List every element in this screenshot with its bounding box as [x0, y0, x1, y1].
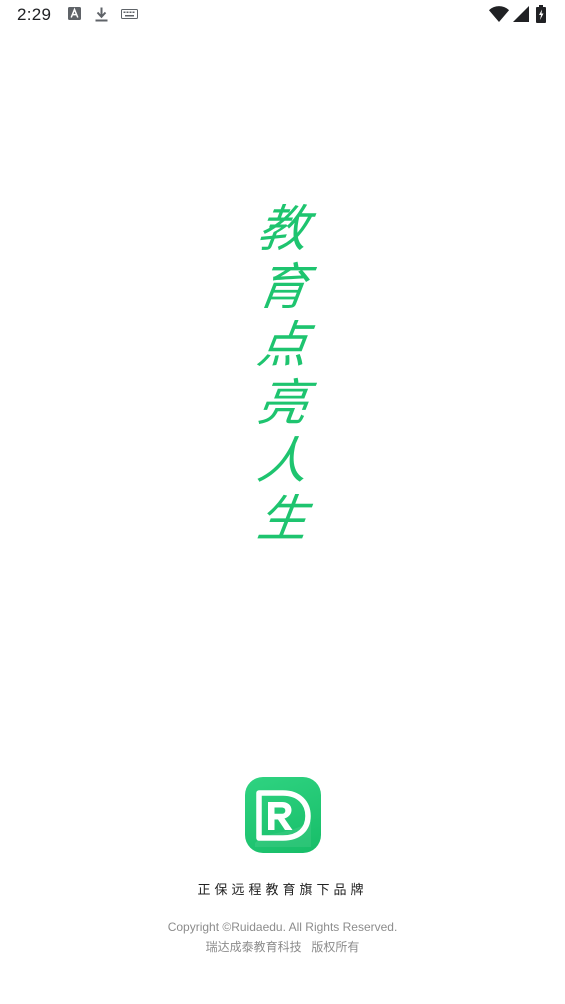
ruida-rd-logo-icon: [255, 790, 311, 847]
slogan-char-4: 亮: [253, 374, 313, 432]
copyright-chinese: 瑞达成泰教育科技 版权所有: [205, 940, 360, 954]
copyright-english: Copyright ©Ruidaedu. All Rights Reserved…: [167, 920, 398, 934]
brand-line: 正保远程教育旗下品牌: [197, 883, 368, 898]
slogan-char-5: 人: [253, 432, 313, 490]
slogan-char-3: 点: [253, 316, 313, 374]
slogan: 教 育 点 亮 人 生: [246, 200, 320, 548]
app-a-icon: [68, 7, 81, 20]
app-logo: [245, 777, 321, 853]
slogan-char-2: 育: [253, 258, 313, 316]
download-icon: [95, 7, 108, 22]
status-time: 2:29: [17, 5, 52, 24]
cell-signal-icon: [513, 6, 529, 22]
slogan-char-6: 生: [253, 490, 313, 548]
status-bar: 2:29: [0, 0, 565, 32]
slogan-char-1: 教: [253, 200, 313, 258]
wifi-icon: [489, 6, 509, 22]
keyboard-icon: [121, 9, 138, 19]
battery-charging-icon: [536, 5, 546, 23]
